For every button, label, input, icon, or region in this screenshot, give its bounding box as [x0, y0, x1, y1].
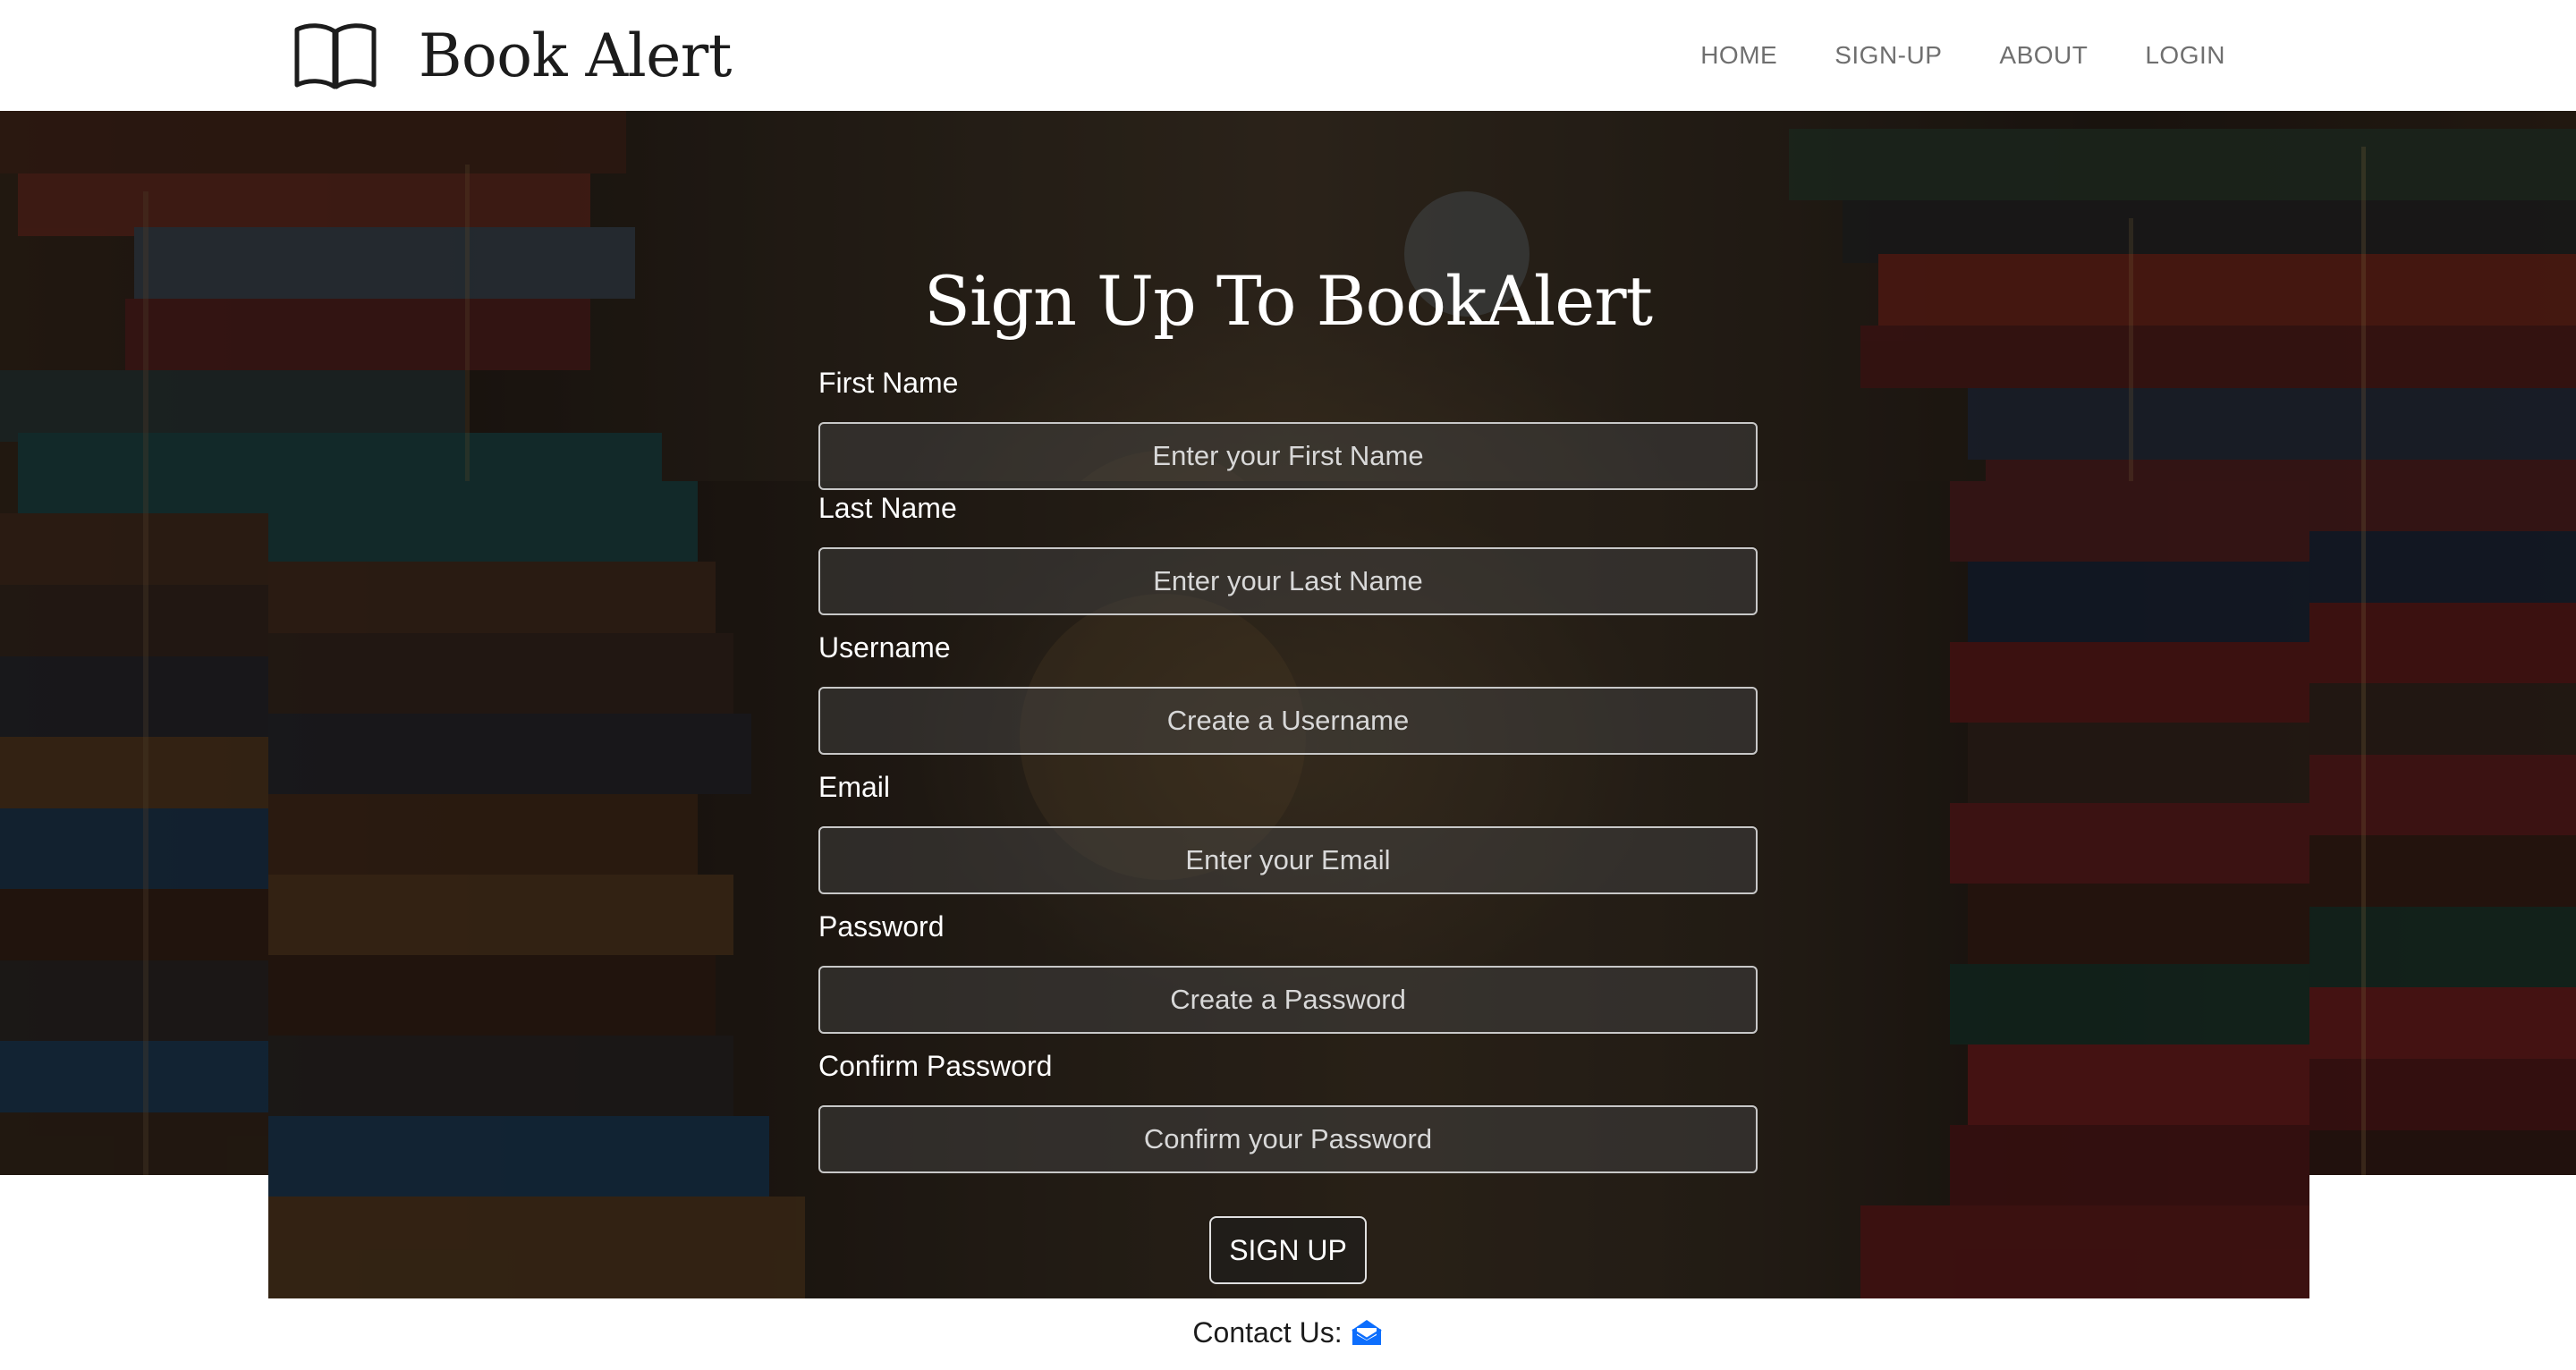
nav-about-link[interactable]: ABOUT	[1970, 41, 2116, 70]
site-header: Book Alert HOME SIGN-UP ABOUT LOGIN	[0, 0, 2576, 111]
last-name-input[interactable]	[818, 547, 1758, 615]
last-name-label: Last Name	[818, 492, 957, 524]
nav-signup-link[interactable]: SIGN-UP	[1806, 41, 1970, 70]
main-nav: HOME SIGN-UP ABOUT LOGIN	[1672, 0, 2254, 111]
email-input[interactable]	[818, 826, 1758, 894]
password-label: Password	[818, 910, 945, 943]
contact-label: Contact Us:	[1192, 1315, 1343, 1349]
confirm-password-input[interactable]	[818, 1105, 1758, 1173]
email-label: Email	[818, 771, 891, 803]
nav-home-link[interactable]: HOME	[1672, 41, 1806, 70]
signup-button[interactable]: SIGN UP	[1209, 1216, 1367, 1284]
password-input[interactable]	[818, 966, 1758, 1034]
nav-login-link[interactable]: LOGIN	[2116, 41, 2254, 70]
username-input[interactable]	[818, 687, 1758, 755]
username-label: Username	[818, 631, 951, 664]
confirm-password-label: Confirm Password	[818, 1050, 1053, 1082]
open-book-icon	[294, 23, 377, 89]
brand[interactable]: Book Alert	[293, 14, 732, 97]
footer: Contact Us:	[0, 1306, 2576, 1359]
envelope-open-icon[interactable]	[1350, 1317, 1384, 1348]
signup-form: Sign Up To BookAlert First Name Last Nam…	[0, 111, 2576, 1300]
first-name-label: First Name	[818, 367, 959, 399]
first-name-input[interactable]	[818, 422, 1758, 490]
brand-name: Book Alert	[419, 21, 732, 90]
page-title: Sign Up To BookAlert	[923, 261, 1653, 341]
